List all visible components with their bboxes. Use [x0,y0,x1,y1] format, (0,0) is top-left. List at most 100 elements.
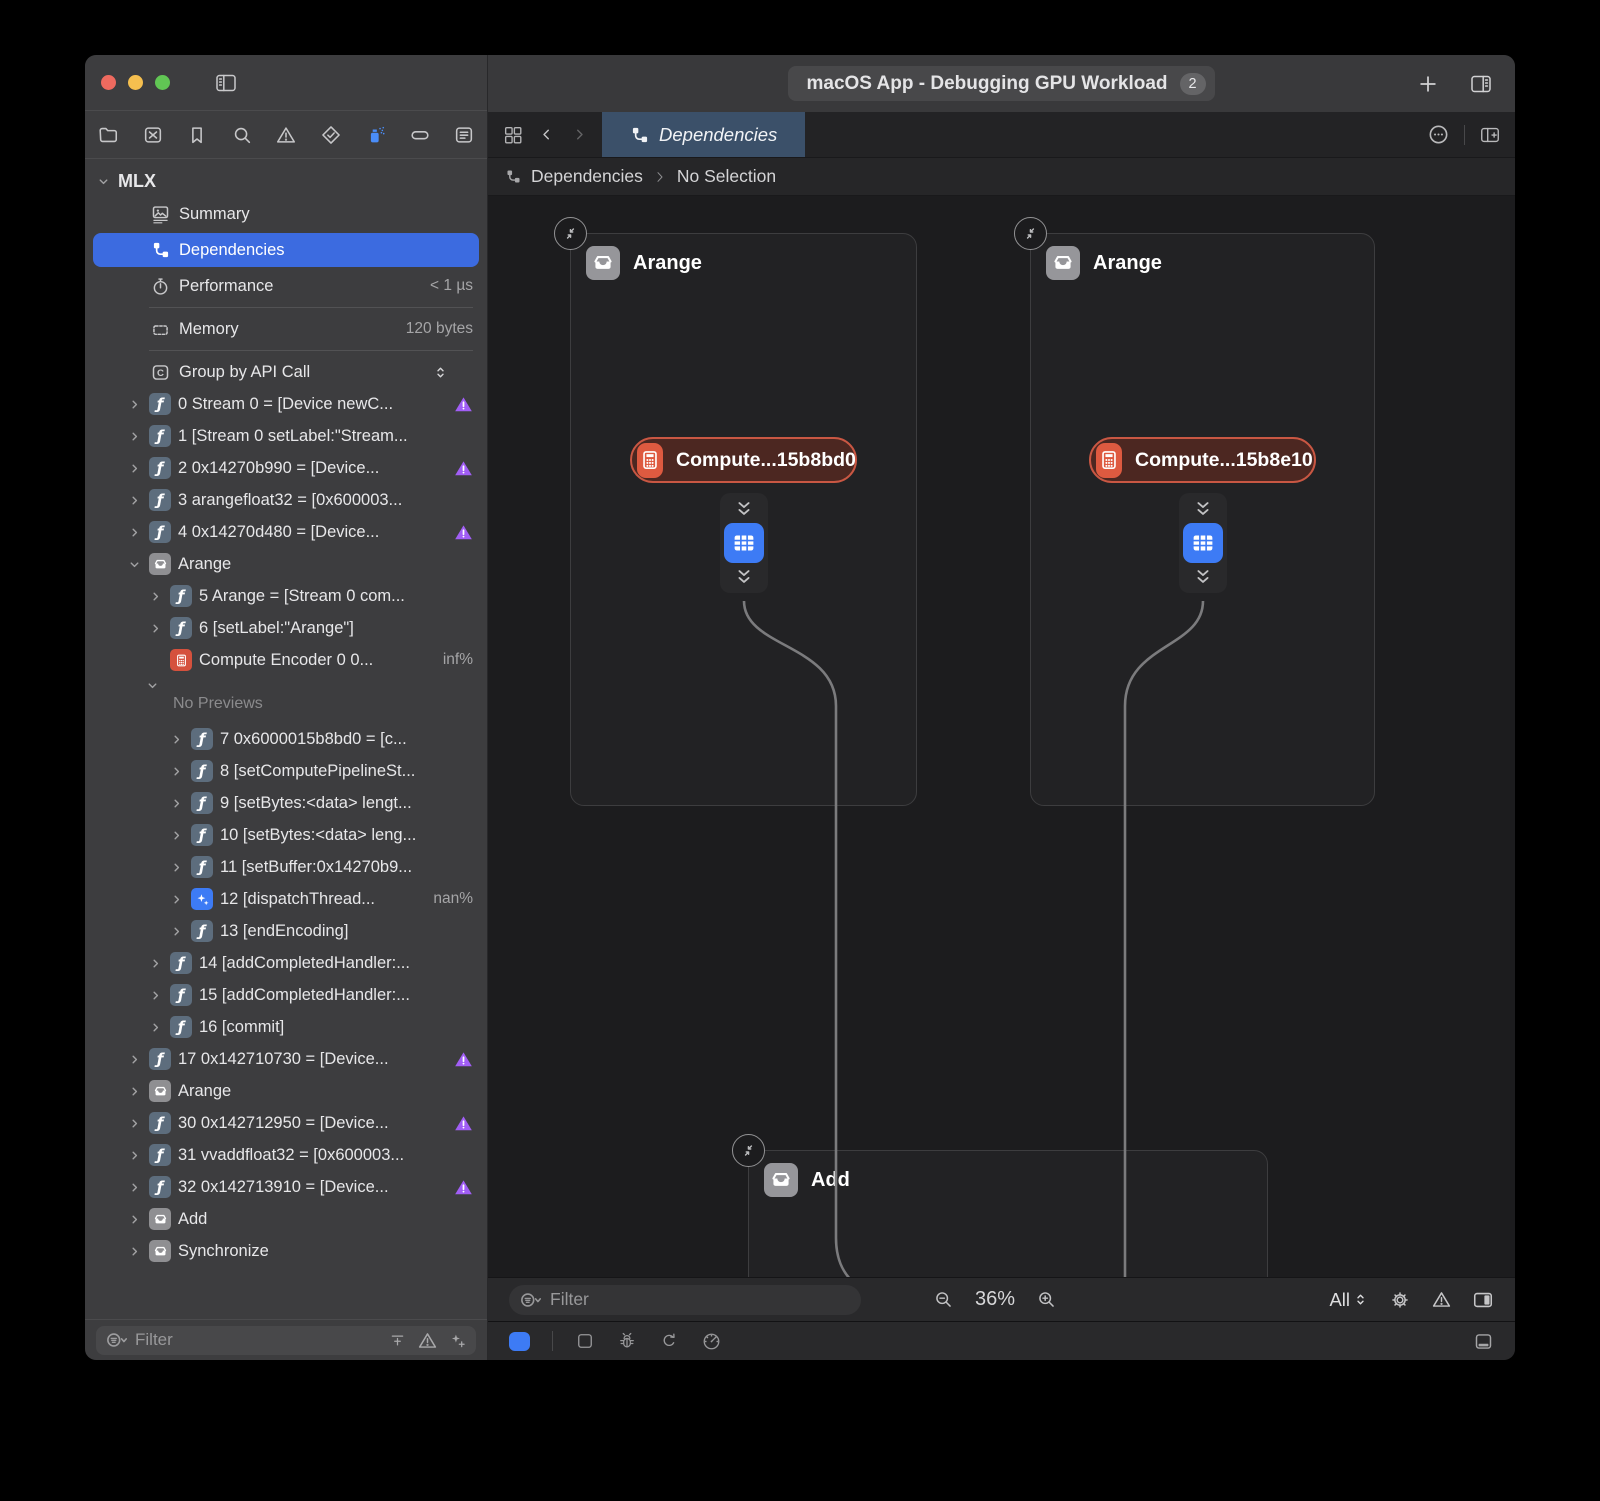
chevron-down-icon[interactable] [126,558,142,571]
forward-button[interactable] [571,126,588,143]
tree-row[interactable]: ƒ10 [setBytes:<data> leng... [85,819,487,851]
tree-row[interactable]: ƒ13 [endEncoding] [85,915,487,947]
minimize-button[interactable] [128,75,143,90]
buffer-node[interactable] [720,493,768,593]
add-tab-button[interactable] [1417,73,1439,95]
chevron-right-icon[interactable] [147,622,163,635]
chevron-right-icon[interactable] [126,462,142,475]
tree-row[interactable]: ƒ4 0x14270d480 = [Device... [85,516,487,548]
tree-row[interactable]: ƒ31 vvaddfloat32 = [0x600003... [85,1139,487,1171]
chevron-right-icon[interactable] [126,1181,142,1194]
dependency-graph-canvas[interactable]: ArangeCompute...15b8bd0 ArangeCompute...… [488,196,1515,1277]
add-editor-icon[interactable] [1479,124,1501,146]
chevron-right-icon[interactable] [147,957,163,970]
chevron-right-icon[interactable] [147,590,163,603]
chevron-right-icon[interactable] [126,494,142,507]
tree-row[interactable]: Synchronize [85,1235,487,1267]
sidebar-filter-field[interactable] [96,1326,476,1355]
flatten-icon[interactable] [388,1330,407,1351]
more-options-icon[interactable] [1427,123,1450,146]
zoom-in-button[interactable] [1036,1289,1057,1310]
chevron-right-icon[interactable] [126,1149,142,1162]
debug-area-toggle-icon[interactable] [1473,1331,1494,1352]
chevron-right-icon[interactable] [126,1213,142,1226]
tab-dependencies[interactable]: Dependencies [602,112,805,157]
compute-encoder-node[interactable]: Compute...15b8bd0 [630,437,857,483]
folder-icon[interactable] [97,124,119,146]
tree-root[interactable]: MLX [85,164,487,198]
chevron-right-icon[interactable] [168,925,184,938]
fullscreen-button[interactable] [155,75,170,90]
bug-icon[interactable] [617,1331,637,1351]
tree-row[interactable]: Performance< 1 µs [85,270,487,302]
chevron-right-icon[interactable] [126,1053,142,1066]
tree-row[interactable]: ƒ2 0x14270b990 = [Device... [85,452,487,484]
report-list-icon[interactable] [453,124,475,146]
chevron-right-icon[interactable] [126,430,142,443]
zoom-out-button[interactable] [933,1289,954,1310]
tree-row[interactable]: Arange [85,548,487,580]
search-icon[interactable] [231,124,253,146]
chevron-right-icon[interactable] [168,797,184,810]
breadcrumb-item[interactable]: Dependencies [531,166,643,187]
issue-icon[interactable] [275,124,297,146]
tree-row[interactable]: Memory120 bytes [85,313,487,345]
bookmark-icon[interactable] [186,124,208,146]
square-view-icon[interactable] [575,1331,595,1351]
close-button[interactable] [101,75,116,90]
settings-gear-icon[interactable] [1389,1289,1411,1311]
chevron-right-icon[interactable] [147,989,163,1002]
test-diamond-icon[interactable] [320,124,342,146]
chevron-right-icon[interactable] [168,765,184,778]
tree-row[interactable]: Add [85,1203,487,1235]
spray-icon[interactable] [364,124,386,146]
canvas-filter-field[interactable] [509,1285,861,1315]
warning-filter-icon[interactable] [417,1330,438,1351]
chevron-right-icon[interactable] [126,398,142,411]
tree-row[interactable]: ƒ17 0x142710730 = [Device... [85,1043,487,1075]
tree-row[interactable]: Dependencies [93,233,479,267]
tree-row[interactable]: ƒ1 [Stream 0 setLabel:"Stream... [85,420,487,452]
tree-row[interactable]: ƒ0 Stream 0 = [Device newC... [85,388,487,420]
back-button[interactable] [538,126,555,143]
tree-row[interactable]: CGroup by API Call [85,356,487,388]
reload-icon[interactable] [659,1331,679,1351]
chevron-right-icon[interactable] [126,1085,142,1098]
tree-row[interactable]: ƒ9 [setBytes:<data> lengt... [85,787,487,819]
tree-row[interactable]: ƒ3 arangefloat32 = [0x600003... [85,484,487,516]
chevron-right-icon[interactable] [168,733,184,746]
tree-row[interactable]: ƒ14 [addCompletedHandler:... [85,947,487,979]
tree-row[interactable]: ƒ7 0x6000015b8bd0 = [c... [85,723,487,755]
tree-row[interactable]: ƒ5 Arange = [Stream 0 com... [85,580,487,612]
tree-row[interactable]: ƒ6 [setLabel:"Arange"] [85,612,487,644]
tree-row[interactable]: 12 [dispatchThread...nan% [85,883,487,915]
group-by-updown-icon[interactable] [432,364,449,381]
buffer-node[interactable] [1179,493,1227,593]
tree-row[interactable]: ƒ8 [setComputePipelineSt... [85,755,487,787]
x-square-icon[interactable] [142,124,164,146]
tree-row[interactable]: Summary [85,198,487,230]
sidebar-toggle-icon[interactable] [214,71,238,95]
breadcrumb-item[interactable]: No Selection [677,166,776,187]
chevron-right-icon[interactable] [126,526,142,539]
view-mode-active-button[interactable] [509,1332,530,1351]
sparkle-plus-icon[interactable] [448,1330,467,1351]
chevron-right-icon[interactable] [126,1117,142,1130]
tree-row[interactable]: Arange [85,1075,487,1107]
tree-row[interactable]: ƒ30 0x142712950 = [Device... [85,1107,487,1139]
compute-encoder-node[interactable]: Compute...15b8e10 [1089,437,1316,483]
tree-row[interactable]: ƒ32 0x142713910 = [Device... [85,1171,487,1203]
canvas-filter-input[interactable] [550,1289,851,1310]
issues-warning-icon[interactable] [1431,1289,1452,1310]
chevron-right-icon[interactable] [168,893,184,906]
tree-row[interactable]: ƒ16 [commit] [85,1011,487,1043]
chevron-right-icon[interactable] [168,829,184,842]
window-title-pill[interactable]: macOS App - Debugging GPU Workload 2 [788,66,1214,101]
chevron-right-icon[interactable] [168,861,184,874]
tree-row[interactable]: ƒ11 [setBuffer:0x14270b9... [85,851,487,883]
previews-expander[interactable] [85,676,487,694]
capsule-icon[interactable] [409,124,431,146]
scope-selector[interactable]: All [1329,1289,1369,1311]
chevron-down-icon[interactable] [95,175,111,188]
gauge-icon[interactable] [701,1331,722,1352]
